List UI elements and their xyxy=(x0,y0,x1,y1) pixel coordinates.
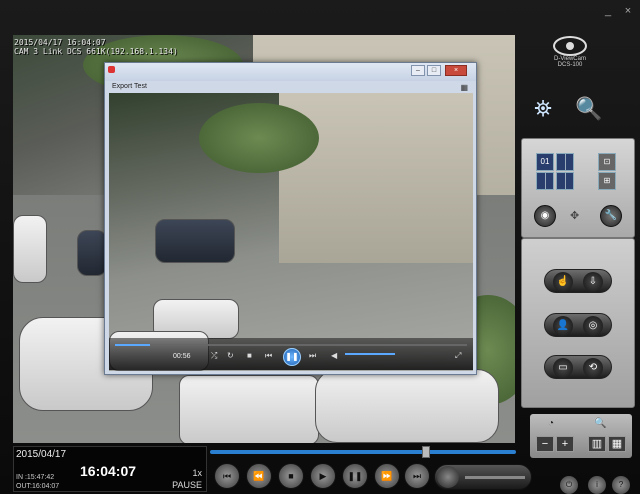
tile-in-button[interactable]: ▦ xyxy=(608,436,626,452)
previous-icon[interactable]: ⏮ xyxy=(265,351,272,361)
grid-9-button[interactable] xyxy=(536,172,554,190)
layout-panel: 01 ⊡ ⊞ ◉ ✥ 🔧 xyxy=(521,138,635,238)
function-panel: ☝ ⇩ 👤 ◎ ▭ ⟲ xyxy=(521,238,635,408)
user-button-group: 👤 ◎ xyxy=(544,313,612,337)
logo-sub: DCS-100 xyxy=(557,62,583,68)
timeline-slider[interactable] xyxy=(210,446,516,458)
export-window-title: Export Test xyxy=(112,83,147,90)
eye-logo-icon xyxy=(553,36,587,56)
next-icon[interactable]: ⏭ xyxy=(309,351,316,361)
step-back-icon[interactable]: ⏪ xyxy=(246,463,272,489)
export-player-window[interactable]: – □ × Export Test ▦ 00:56 ⤮ ↻ ■ ⏮ ❚❚ ⏭ ◀… xyxy=(104,62,477,375)
settings-wrench-icon[interactable]: 🔧 xyxy=(600,205,622,227)
zoom-in-button[interactable]: + xyxy=(556,436,574,452)
download-icon[interactable]: ⇩ xyxy=(583,272,603,292)
export-video-car xyxy=(155,219,235,263)
printer-icon[interactable]: ▭ xyxy=(553,358,573,378)
volume-slider[interactable] xyxy=(345,353,395,355)
forward-end-icon[interactable]: ⏭ xyxy=(404,463,430,489)
grid-1-button[interactable]: 01 xyxy=(536,153,554,171)
pause-icon[interactable]: ❚❚ xyxy=(342,463,368,489)
user-icon[interactable]: 👤 xyxy=(553,316,573,336)
playback-status: 2015/04/17 IN :15:47:42 OUT:16:04:07 16:… xyxy=(13,446,207,492)
repeat-icon[interactable]: ↻ xyxy=(227,351,234,360)
video-car xyxy=(77,230,107,276)
video-car xyxy=(179,375,319,443)
seek-slider[interactable] xyxy=(115,344,467,346)
play-icon[interactable]: ▶ xyxy=(310,463,336,489)
timeline-track xyxy=(210,450,516,454)
zoom-panel: ◔ 🔍 − + ▥ ▦ xyxy=(530,414,632,458)
grid-4-button[interactable] xyxy=(556,153,574,171)
snapshot-icon[interactable]: ◉ xyxy=(534,205,556,227)
speed-slider-group xyxy=(434,464,532,490)
pause-button[interactable]: ❚❚ xyxy=(283,348,301,366)
export-close-button[interactable]: × xyxy=(445,65,467,76)
tile-out-button[interactable]: ▥ xyxy=(588,436,606,452)
osd-camera: CAM 3 Link DCS 661K(192.168.1.134) xyxy=(14,47,178,56)
playback-time: 00:56 xyxy=(173,353,191,360)
close-button[interactable]: × xyxy=(620,4,636,18)
in-time: IN :15:47:42 xyxy=(16,474,55,481)
osd-datetime: 2015/04/17 16:04:07 xyxy=(14,38,106,47)
export-video-view[interactable] xyxy=(109,93,473,371)
rewind-begin-icon[interactable]: ⏮ xyxy=(214,463,240,489)
speed-knob[interactable] xyxy=(437,466,459,488)
fullscreen-icon[interactable]: ⤢ xyxy=(455,351,461,361)
export-video-tree xyxy=(199,103,319,173)
video-car xyxy=(13,215,47,283)
dviewcam-logo: D-ViewCam DCS-100 xyxy=(548,36,592,68)
layout-toggle-icon[interactable]: ▦ xyxy=(460,83,468,92)
zoom-out-button[interactable]: − xyxy=(536,436,554,452)
grid-16-button[interactable] xyxy=(556,172,574,190)
minimize-button[interactable]: _ xyxy=(600,4,616,18)
stop-icon[interactable]: ■ xyxy=(278,463,304,489)
hand-cursor-icon[interactable]: ☝ xyxy=(553,272,573,292)
status-clock: 16:04:07 xyxy=(80,463,137,479)
export-button-group: ☝ ⇩ xyxy=(544,269,612,293)
export-maximize-button[interactable]: □ xyxy=(427,65,441,76)
volume-icon[interactable]: ◀ xyxy=(331,351,337,360)
playback-bar: 00:56 ⤮ ↻ ■ ⏮ ❚❚ ⏭ ◀ ⤢ xyxy=(109,338,473,370)
video-car xyxy=(315,369,499,443)
zoom-icon: 🔍 xyxy=(594,418,607,429)
disc-icon[interactable]: ◎ xyxy=(583,316,603,336)
print-button-group: ▭ ⟲ xyxy=(544,355,612,379)
stop-icon[interactable]: ■ xyxy=(247,351,252,360)
timeline-knob[interactable] xyxy=(421,446,430,458)
shuffle-icon[interactable]: ⤮ xyxy=(211,351,217,361)
full-screen-icon[interactable]: ⊡ xyxy=(598,153,616,171)
seek-progress xyxy=(115,344,151,346)
export-minimize-button[interactable]: – xyxy=(411,65,425,76)
speed-slider[interactable] xyxy=(465,476,525,479)
status-speed: 1x PAUSE xyxy=(172,467,202,491)
info-icon[interactable]: i xyxy=(588,476,606,494)
search-document-icon[interactable]: 🔍 xyxy=(572,92,606,126)
power-icon[interactable]: ⏻ xyxy=(560,476,578,494)
in-out-times: IN :15:47:42 OUT:16:04:07 xyxy=(16,473,59,491)
sequence-icon[interactable]: ⊞ xyxy=(598,172,616,190)
export-window-titlebar[interactable]: – □ × xyxy=(105,63,476,81)
binoculars-icon[interactable]: ⛯ xyxy=(526,92,560,126)
backup-icon[interactable]: ⟲ xyxy=(583,358,603,378)
step-forward-icon[interactable]: ⏩ xyxy=(374,463,400,489)
app-icon xyxy=(108,66,115,73)
out-time: OUT:16:04:07 xyxy=(16,483,60,490)
status-date: 2015/04/17 xyxy=(16,449,67,460)
speed-value: 1x xyxy=(192,468,202,478)
ptz-icon[interactable]: ✥ xyxy=(570,209,579,222)
video-osd: 2015/04/17 16:04:07 CAM 3 Link DCS 661K(… xyxy=(14,38,178,56)
playback-mode: PAUSE xyxy=(172,480,202,490)
help-icon[interactable]: ? xyxy=(612,476,630,494)
speed-icon: ◔ xyxy=(548,418,555,429)
